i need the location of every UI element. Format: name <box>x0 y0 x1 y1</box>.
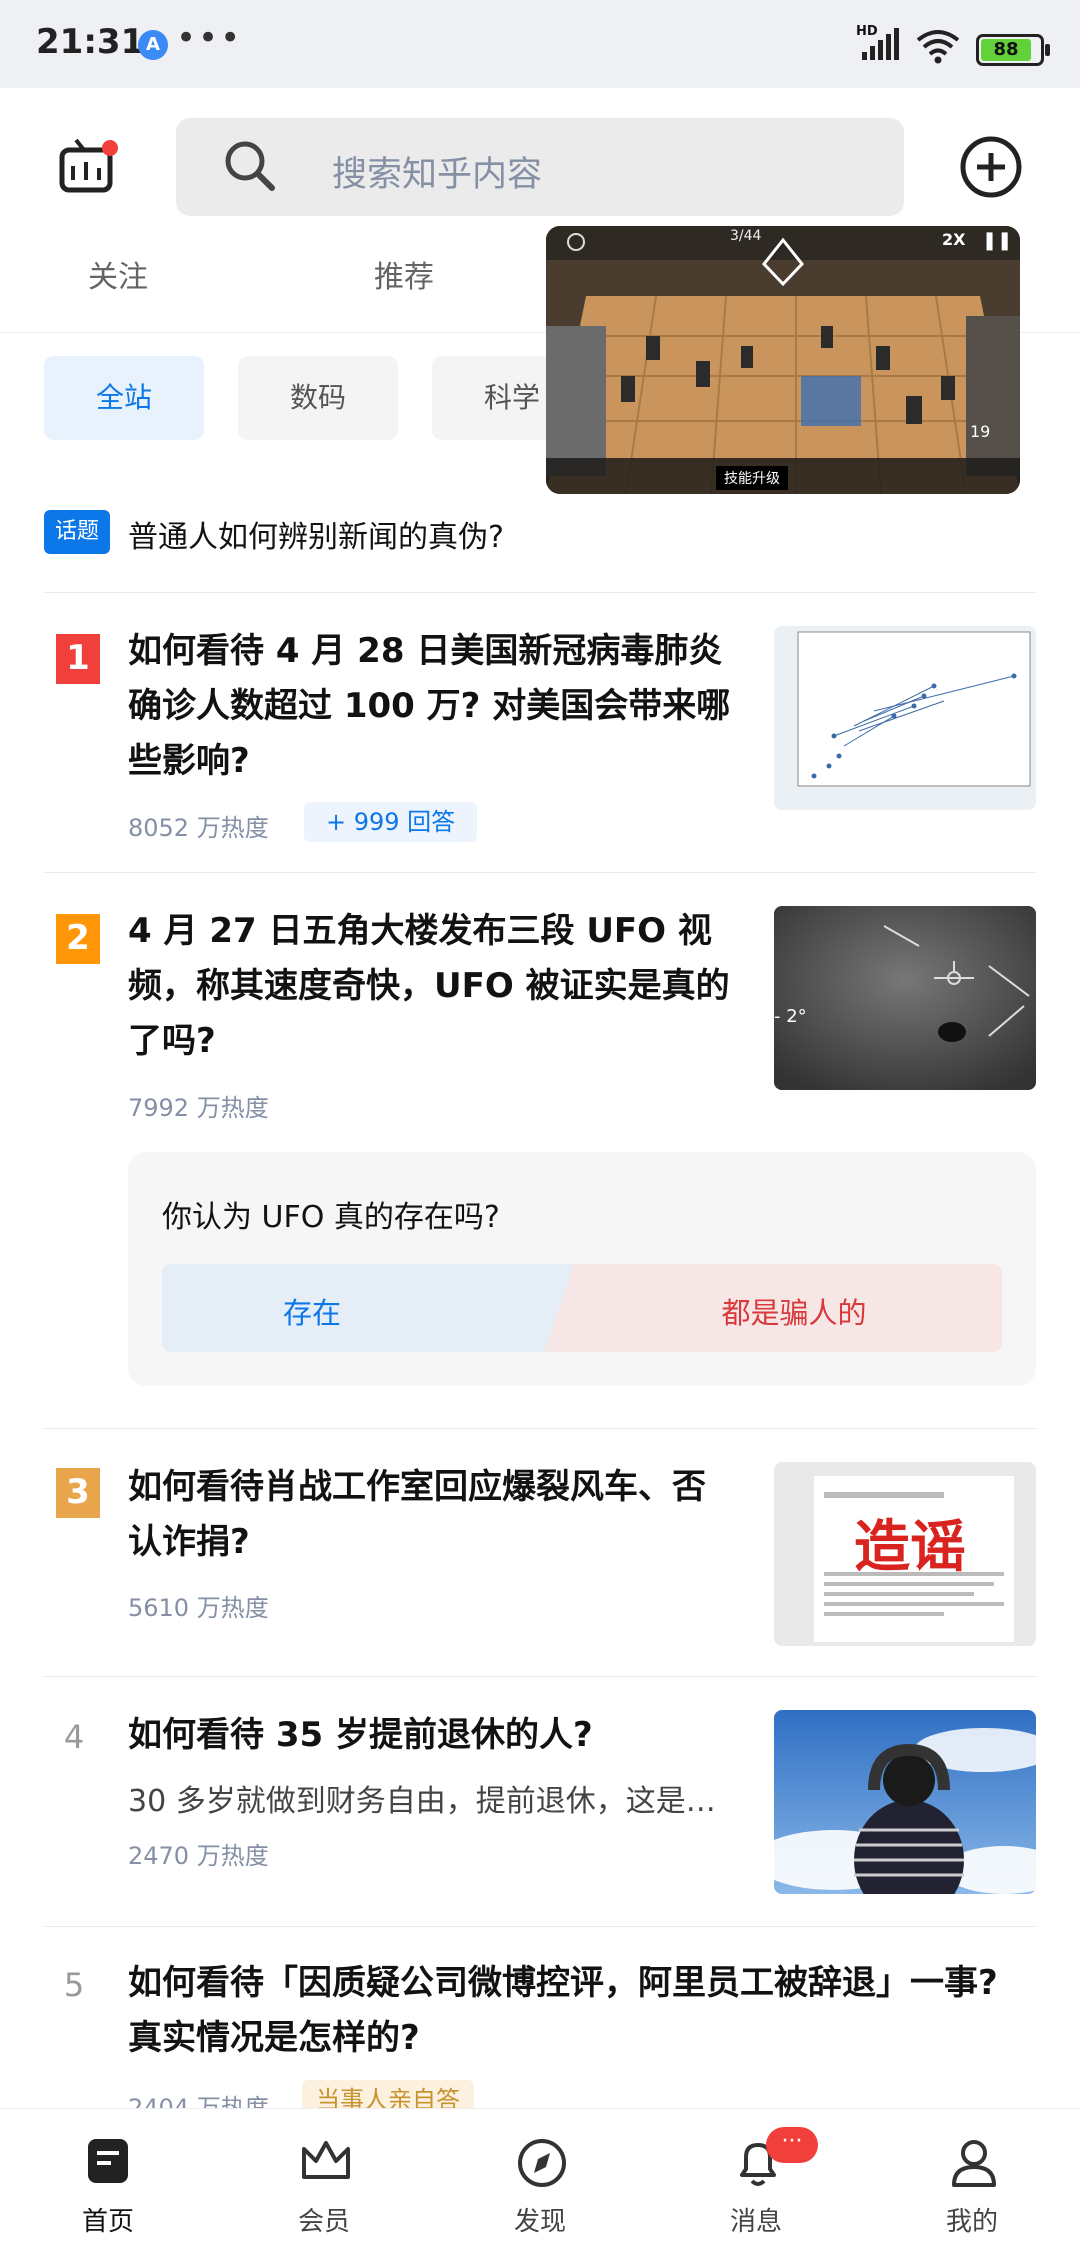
tv-icon <box>59 138 118 193</box>
rank-number: 4 <box>63 1718 85 1756</box>
chip-all[interactable]: 全站 <box>44 356 204 440</box>
nav-discover-label: 发现 <box>513 2207 566 2237</box>
item-title-line[interactable]: 了吗? <box>128 1014 216 1069</box>
divider <box>44 1676 1036 1677</box>
poll-option-yes-label: 存在 <box>282 1296 341 1330</box>
hd-signal-icon: HD <box>856 24 902 62</box>
heat-count: 7992 万热度 <box>128 1094 269 1122</box>
retirement-photo-thumbnail <box>774 1710 1036 1894</box>
item-title-line[interactable]: 4 月 27 日五角大楼发布三段 UFO 视 <box>128 904 712 959</box>
video-counter: 3/44 <box>730 228 762 244</box>
nav-messages-label: 消息 <box>729 2207 782 2237</box>
answers-tag[interactable]: + 999 回答 <box>304 802 478 842</box>
add-button[interactable] <box>958 134 1024 200</box>
heat-count: 5610 万热度 <box>128 1594 269 1622</box>
nav-discover[interactable]: 发现 <box>432 2109 648 2249</box>
wifi-icon <box>914 28 962 68</box>
topic-badge: 话题 <box>44 510 110 554</box>
search-placeholder: 搜索知乎内容 <box>332 155 543 195</box>
video-caption: 技能升级 <box>716 466 788 490</box>
item-title-line[interactable]: 如何看待「因质疑公司微博控评，阿里员工被辞退」一事? <box>128 1956 998 2011</box>
user-icon <box>952 2140 996 2187</box>
crown-icon <box>302 2141 350 2179</box>
topic-link[interactable]: 普通人如何辨别新闻的真伪? <box>128 512 504 556</box>
status-overflow: ••• <box>176 18 243 58</box>
nav-home[interactable]: 首页 <box>0 2109 216 2249</box>
live-tv-button[interactable] <box>56 136 120 200</box>
item-title-line[interactable]: 如何看待 4 月 28 日美国新冠病毒肺炎 <box>128 624 722 679</box>
rank-number: 5 <box>63 1966 85 2004</box>
home-doc-icon <box>88 2139 128 2183</box>
tab-follow[interactable]: 关注 <box>88 252 148 296</box>
divider <box>44 592 1036 593</box>
rank-badge: 1 <box>56 634 100 684</box>
poll-option-yes[interactable]: 存在 <box>162 1264 602 1352</box>
divider <box>44 1926 1036 1927</box>
poll-card: 你认为 UFO 真的存在吗? 存在 都是骗人的 <box>128 1152 1036 1386</box>
item-excerpt[interactable]: 30 多岁就做到财务自由，提前退休，这是… <box>128 1776 716 1820</box>
nav-profile-label: 我的 <box>945 2207 998 2237</box>
battery-level: 88 <box>981 39 1031 61</box>
game-video-frame <box>546 226 1020 494</box>
status-bar: 21:31 A ••• HD 88 <box>0 0 1080 88</box>
nav-vip-label: 会员 <box>297 2207 350 2237</box>
item-title-line[interactable]: 真实情况是怎样的? <box>128 2011 420 2066</box>
bottom-nav: 首页 会员 发现 ··· 消息 我的 <box>0 2108 1080 2249</box>
divider <box>44 1428 1036 1429</box>
rank-badge: 2 <box>56 914 100 964</box>
poll-question: 你认为 UFO 真的存在吗? <box>162 1200 500 1235</box>
poll-option-no-label: 都是骗人的 <box>721 1296 867 1330</box>
rumor-screenshot-thumbnail: 造谣 <box>774 1462 1036 1646</box>
plus-circle-icon <box>960 136 1022 198</box>
nav-profile[interactable]: 我的 <box>864 2109 1080 2249</box>
item-title-line[interactable]: 频，称其速度奇快，UFO 被证实是真的 <box>128 959 730 1014</box>
pause-icon[interactable]: ❚❚ <box>982 230 1012 251</box>
poll-option-no[interactable]: 都是骗人的 <box>544 1264 1002 1352</box>
scatter-chart-thumbnail <box>774 626 1036 810</box>
tab-recommend[interactable]: 推荐 <box>374 252 434 296</box>
rank-badge: 3 <box>56 1468 100 1518</box>
nav-vip[interactable]: 会员 <box>216 2109 432 2249</box>
item-title-line[interactable]: 认诈捐? <box>128 1515 250 1570</box>
compass-icon <box>518 2139 566 2187</box>
heat-count: 8052 万热度 <box>128 814 269 842</box>
divider <box>44 872 1036 873</box>
item-title-line[interactable]: 些影响? <box>128 734 250 789</box>
ufo-video-thumbnail: - 2° <box>774 906 1036 1090</box>
thumb-label: 造谣 <box>854 1515 966 1580</box>
chip-digital[interactable]: 数码 <box>238 356 398 440</box>
thumb-label: - 2° <box>774 1006 807 1027</box>
status-time: 21:31 <box>36 22 145 62</box>
search-icon <box>225 141 275 191</box>
app-store-badge-icon: A <box>138 30 168 60</box>
video-speed-button[interactable]: 2X <box>942 230 965 249</box>
nav-messages[interactable]: ··· 消息 <box>648 2109 864 2249</box>
item-title-line[interactable]: 确诊人数超过 100 万? 对美国会带来哪 <box>128 679 730 734</box>
search-bar[interactable]: 搜索知乎内容 <box>176 118 904 216</box>
battery-icon: 88 <box>976 34 1050 66</box>
nav-home-label: 首页 <box>81 2207 134 2237</box>
message-badge: ··· <box>766 2127 818 2163</box>
heat-count: 2470 万热度 <box>128 1842 269 1870</box>
floating-video-player[interactable]: 3/44 2X ❚❚ 19 技能升级 <box>546 226 1020 494</box>
video-cost: 19 <box>970 422 991 441</box>
item-title-line[interactable]: 如何看待肖战工作室回应爆裂风车、否 <box>128 1460 706 1515</box>
item-title-line[interactable]: 如何看待 35 岁提前退休的人? <box>128 1708 593 1763</box>
